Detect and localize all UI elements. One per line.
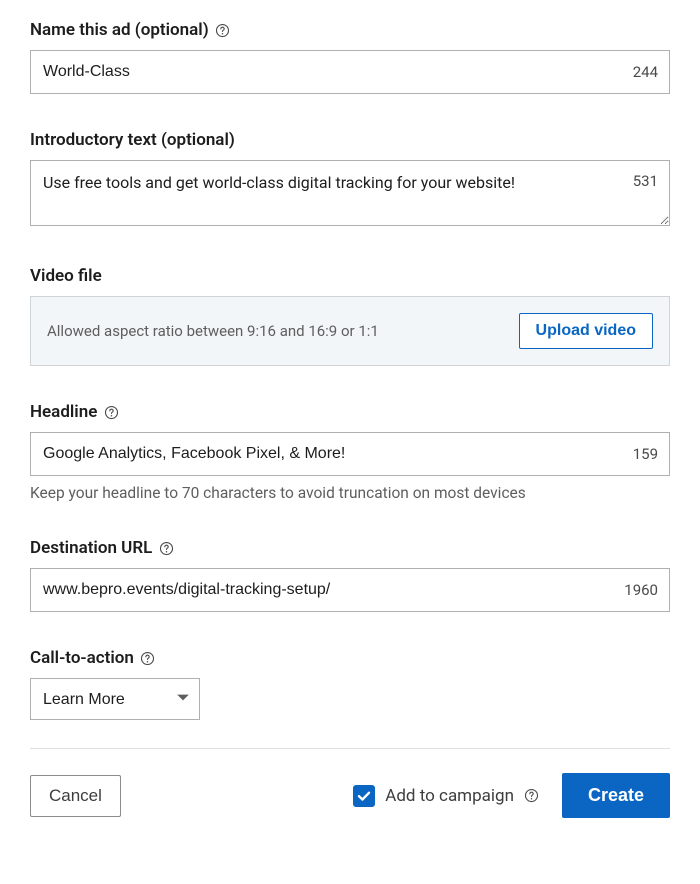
add-to-campaign-checkbox[interactable] — [353, 785, 375, 807]
headline-label: Headline — [30, 402, 97, 422]
help-icon[interactable] — [158, 540, 174, 556]
help-icon[interactable] — [103, 404, 119, 420]
headline-helper: Keep your headline to 70 characters to a… — [30, 484, 670, 502]
cancel-button[interactable]: Cancel — [30, 775, 121, 817]
cta-label-row: Call-to-action — [30, 648, 670, 668]
create-button[interactable]: Create — [562, 773, 670, 818]
help-icon[interactable] — [140, 650, 156, 666]
add-to-campaign-group: Add to campaign — [353, 785, 540, 807]
intro-textarea[interactable] — [30, 160, 670, 226]
help-icon[interactable] — [215, 22, 231, 38]
video-label-row: Video file — [30, 266, 670, 286]
url-input[interactable] — [30, 568, 670, 612]
footer: Cancel Add to campaign Create — [30, 773, 670, 818]
headline-label-row: Headline — [30, 402, 670, 422]
intro-counter: 531 — [633, 172, 658, 190]
divider — [30, 748, 670, 749]
help-icon[interactable] — [524, 788, 540, 804]
video-field: Video file Allowed aspect ratio between … — [30, 266, 670, 366]
footer-right: Add to campaign Create — [353, 773, 670, 818]
name-counter: 244 — [633, 63, 658, 81]
name-label: Name this ad (optional) — [30, 20, 209, 40]
url-counter: 1960 — [624, 581, 658, 599]
video-hint: Allowed aspect ratio between 9:16 and 16… — [47, 322, 379, 340]
cta-field: Call-to-action Learn More — [30, 648, 670, 720]
video-label: Video file — [30, 266, 102, 286]
name-label-row: Name this ad (optional) — [30, 20, 670, 40]
headline-counter: 159 — [633, 445, 658, 463]
intro-label: Introductory text (optional) — [30, 130, 235, 150]
name-input[interactable] — [30, 50, 670, 94]
add-to-campaign-label: Add to campaign — [385, 786, 514, 806]
intro-input-wrap: 531 — [30, 160, 670, 230]
url-input-wrap: 1960 — [30, 568, 670, 612]
cta-select-wrap: Learn More — [30, 678, 200, 720]
headline-field: Headline 159 Keep your headline to 70 ch… — [30, 402, 670, 502]
name-field: Name this ad (optional) 244 — [30, 20, 670, 94]
cta-label: Call-to-action — [30, 648, 134, 668]
cta-select[interactable]: Learn More — [30, 678, 200, 720]
name-input-wrap: 244 — [30, 50, 670, 94]
headline-input-wrap: 159 — [30, 432, 670, 476]
intro-label-row: Introductory text (optional) — [30, 130, 670, 150]
url-field: Destination URL 1960 — [30, 538, 670, 612]
url-label: Destination URL — [30, 538, 152, 558]
url-label-row: Destination URL — [30, 538, 670, 558]
intro-field: Introductory text (optional) 531 — [30, 130, 670, 230]
headline-input[interactable] — [30, 432, 670, 476]
video-upload-box: Allowed aspect ratio between 9:16 and 16… — [30, 296, 670, 366]
upload-video-button[interactable]: Upload video — [519, 313, 653, 349]
